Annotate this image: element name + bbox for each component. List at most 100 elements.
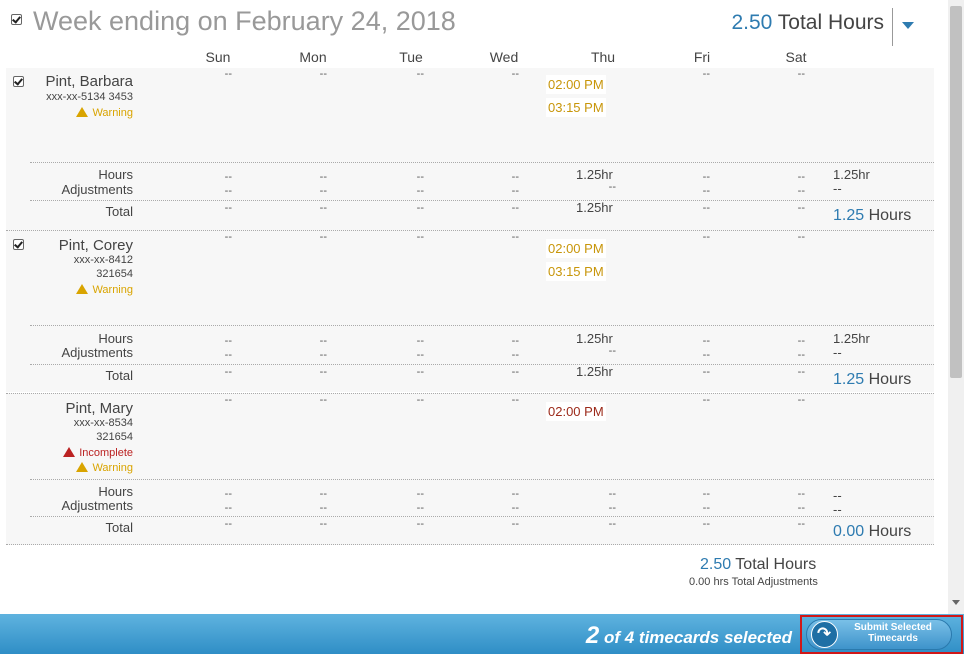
fri-cell[interactable]: --	[680, 231, 710, 243]
wed-cell[interactable]: --	[489, 231, 519, 243]
tue-total: --	[416, 202, 424, 214]
mon-total: --	[319, 518, 327, 530]
selected-count: 2	[585, 622, 600, 649]
thu-punch-out[interactable]: 03:15 PM	[546, 98, 606, 117]
sun-cell[interactable]: --	[202, 68, 232, 80]
incomplete-label: Incomplete	[79, 447, 133, 459]
thu-punch-out[interactable]: 03:15 PM	[546, 262, 606, 281]
wed-hours: --	[511, 488, 519, 500]
sat-hours: --	[797, 335, 805, 347]
employee-name: Pint, Corey	[58, 237, 133, 254]
sat-total: --	[797, 202, 805, 214]
wed-cell[interactable]: --	[489, 68, 519, 80]
fri-total: --	[702, 518, 710, 530]
employee-total-value: 0.00	[833, 523, 865, 540]
fri-adj: --	[702, 349, 710, 361]
sat-total: --	[797, 518, 805, 530]
mon-hours: --	[319, 488, 327, 500]
fri-hours: --	[702, 488, 710, 500]
row-divider	[30, 325, 934, 326]
sun-cell[interactable]: --	[202, 231, 232, 243]
employee-checkbox[interactable]	[13, 239, 24, 250]
employee-block-barbara: Pint, Barbara xxx-xx-5134 3453 Warning -…	[6, 68, 934, 230]
page-title: Week ending on February 24, 2018	[33, 6, 456, 36]
sat-adj: --	[797, 349, 805, 361]
header-total-value: 2.50	[731, 11, 773, 34]
fri-adj: --	[702, 185, 710, 197]
sat-cell[interactable]: --	[775, 68, 805, 80]
employee-block-corey: Pint, Corey xxx-xx-8412 321654 Warning -…	[6, 230, 934, 392]
mon-cell[interactable]: --	[297, 231, 327, 243]
wed-total: --	[511, 518, 519, 530]
sat-cell[interactable]: --	[775, 231, 805, 243]
submit-label-line1: Submit Selected	[854, 622, 932, 633]
tue-cell[interactable]: --	[394, 231, 424, 243]
employee-total-unit: Hours	[864, 523, 912, 540]
mon-hours: --	[319, 171, 327, 183]
row-divider	[30, 200, 934, 201]
grand-total-adjustments: 0.00 hrs Total Adjustments	[689, 576, 818, 588]
tue-hours: --	[416, 488, 424, 500]
sun-hours: --	[224, 171, 232, 183]
thu-hours: 1.25hr	[576, 167, 613, 182]
submit-label-line2: Timecards	[868, 633, 918, 644]
header-divider	[892, 8, 893, 46]
fri-cell[interactable]: --	[680, 394, 710, 406]
thu-punch-in[interactable]: 02:00 PM	[546, 239, 606, 258]
employee-total-value: 1.25	[833, 371, 865, 388]
tue-adj: --	[416, 185, 424, 197]
wed-total: --	[511, 202, 519, 214]
warning-badge[interactable]: Warning	[76, 461, 133, 474]
week-hours: 1.25hr	[833, 331, 870, 346]
caret-down-icon[interactable]	[902, 22, 914, 29]
fri-adj: --	[702, 502, 710, 514]
sun-total: --	[224, 366, 232, 378]
tue-total: --	[416, 518, 424, 530]
fri-total: --	[702, 366, 710, 378]
scroll-down-arrow-icon[interactable]	[952, 600, 960, 605]
tue-cell[interactable]: --	[394, 68, 424, 80]
mon-cell[interactable]: --	[297, 394, 327, 406]
fri-total: --	[702, 202, 710, 214]
submit-button-label[interactable]: Submit Selected Timecards	[838, 622, 948, 644]
warning-label: Warning	[92, 107, 133, 119]
employee-total-value: 1.25	[833, 207, 865, 224]
fri-cell[interactable]: --	[680, 68, 710, 80]
grand-total-label: Total Hours	[731, 556, 817, 573]
employee-number: 321654	[96, 431, 133, 443]
scrollbar-thumb[interactable]	[950, 6, 962, 378]
sat-hours: --	[797, 488, 805, 500]
wed-hours: --	[511, 171, 519, 183]
warning-badge[interactable]: Warning	[76, 283, 133, 296]
employee-id: xxx-xx-5134 3453	[46, 91, 133, 103]
thu-punch-in[interactable]: 02:00 PM	[546, 75, 606, 94]
sun-adj: --	[224, 185, 232, 197]
week-adj: --	[833, 181, 842, 196]
header-total-hours: 2.50 Total Hours	[731, 11, 884, 35]
forward-arrow-icon[interactable]: ↷	[811, 621, 838, 648]
mon-cell[interactable]: --	[297, 68, 327, 80]
select-all-checkbox[interactable]	[11, 14, 22, 25]
thu-punch-in[interactable]: 02:00 PM	[546, 402, 606, 421]
sun-adj: --	[224, 502, 232, 514]
tue-cell[interactable]: --	[394, 394, 424, 406]
row-divider	[30, 516, 934, 517]
vertical-scrollbar[interactable]	[948, 0, 964, 614]
incomplete-badge[interactable]: Incomplete	[63, 446, 133, 459]
thu-adj: --	[608, 345, 616, 357]
tue-hours: --	[416, 335, 424, 347]
employee-id: xxx-xx-8534	[73, 417, 133, 429]
sun-hours: --	[224, 335, 232, 347]
week-adj: --	[833, 502, 842, 517]
hours-label: Hours	[98, 484, 133, 499]
wed-cell[interactable]: --	[489, 394, 519, 406]
warning-badge[interactable]: Warning	[76, 106, 133, 119]
sat-cell[interactable]: --	[775, 394, 805, 406]
adjustments-label: Adjustments	[61, 498, 133, 513]
wed-adj: --	[511, 502, 519, 514]
employee-checkbox[interactable]	[13, 76, 24, 87]
sun-cell[interactable]: --	[202, 394, 232, 406]
thu-adj: --	[608, 181, 616, 193]
warning-icon	[76, 284, 89, 294]
day-header-sun: Sun	[205, 49, 231, 65]
